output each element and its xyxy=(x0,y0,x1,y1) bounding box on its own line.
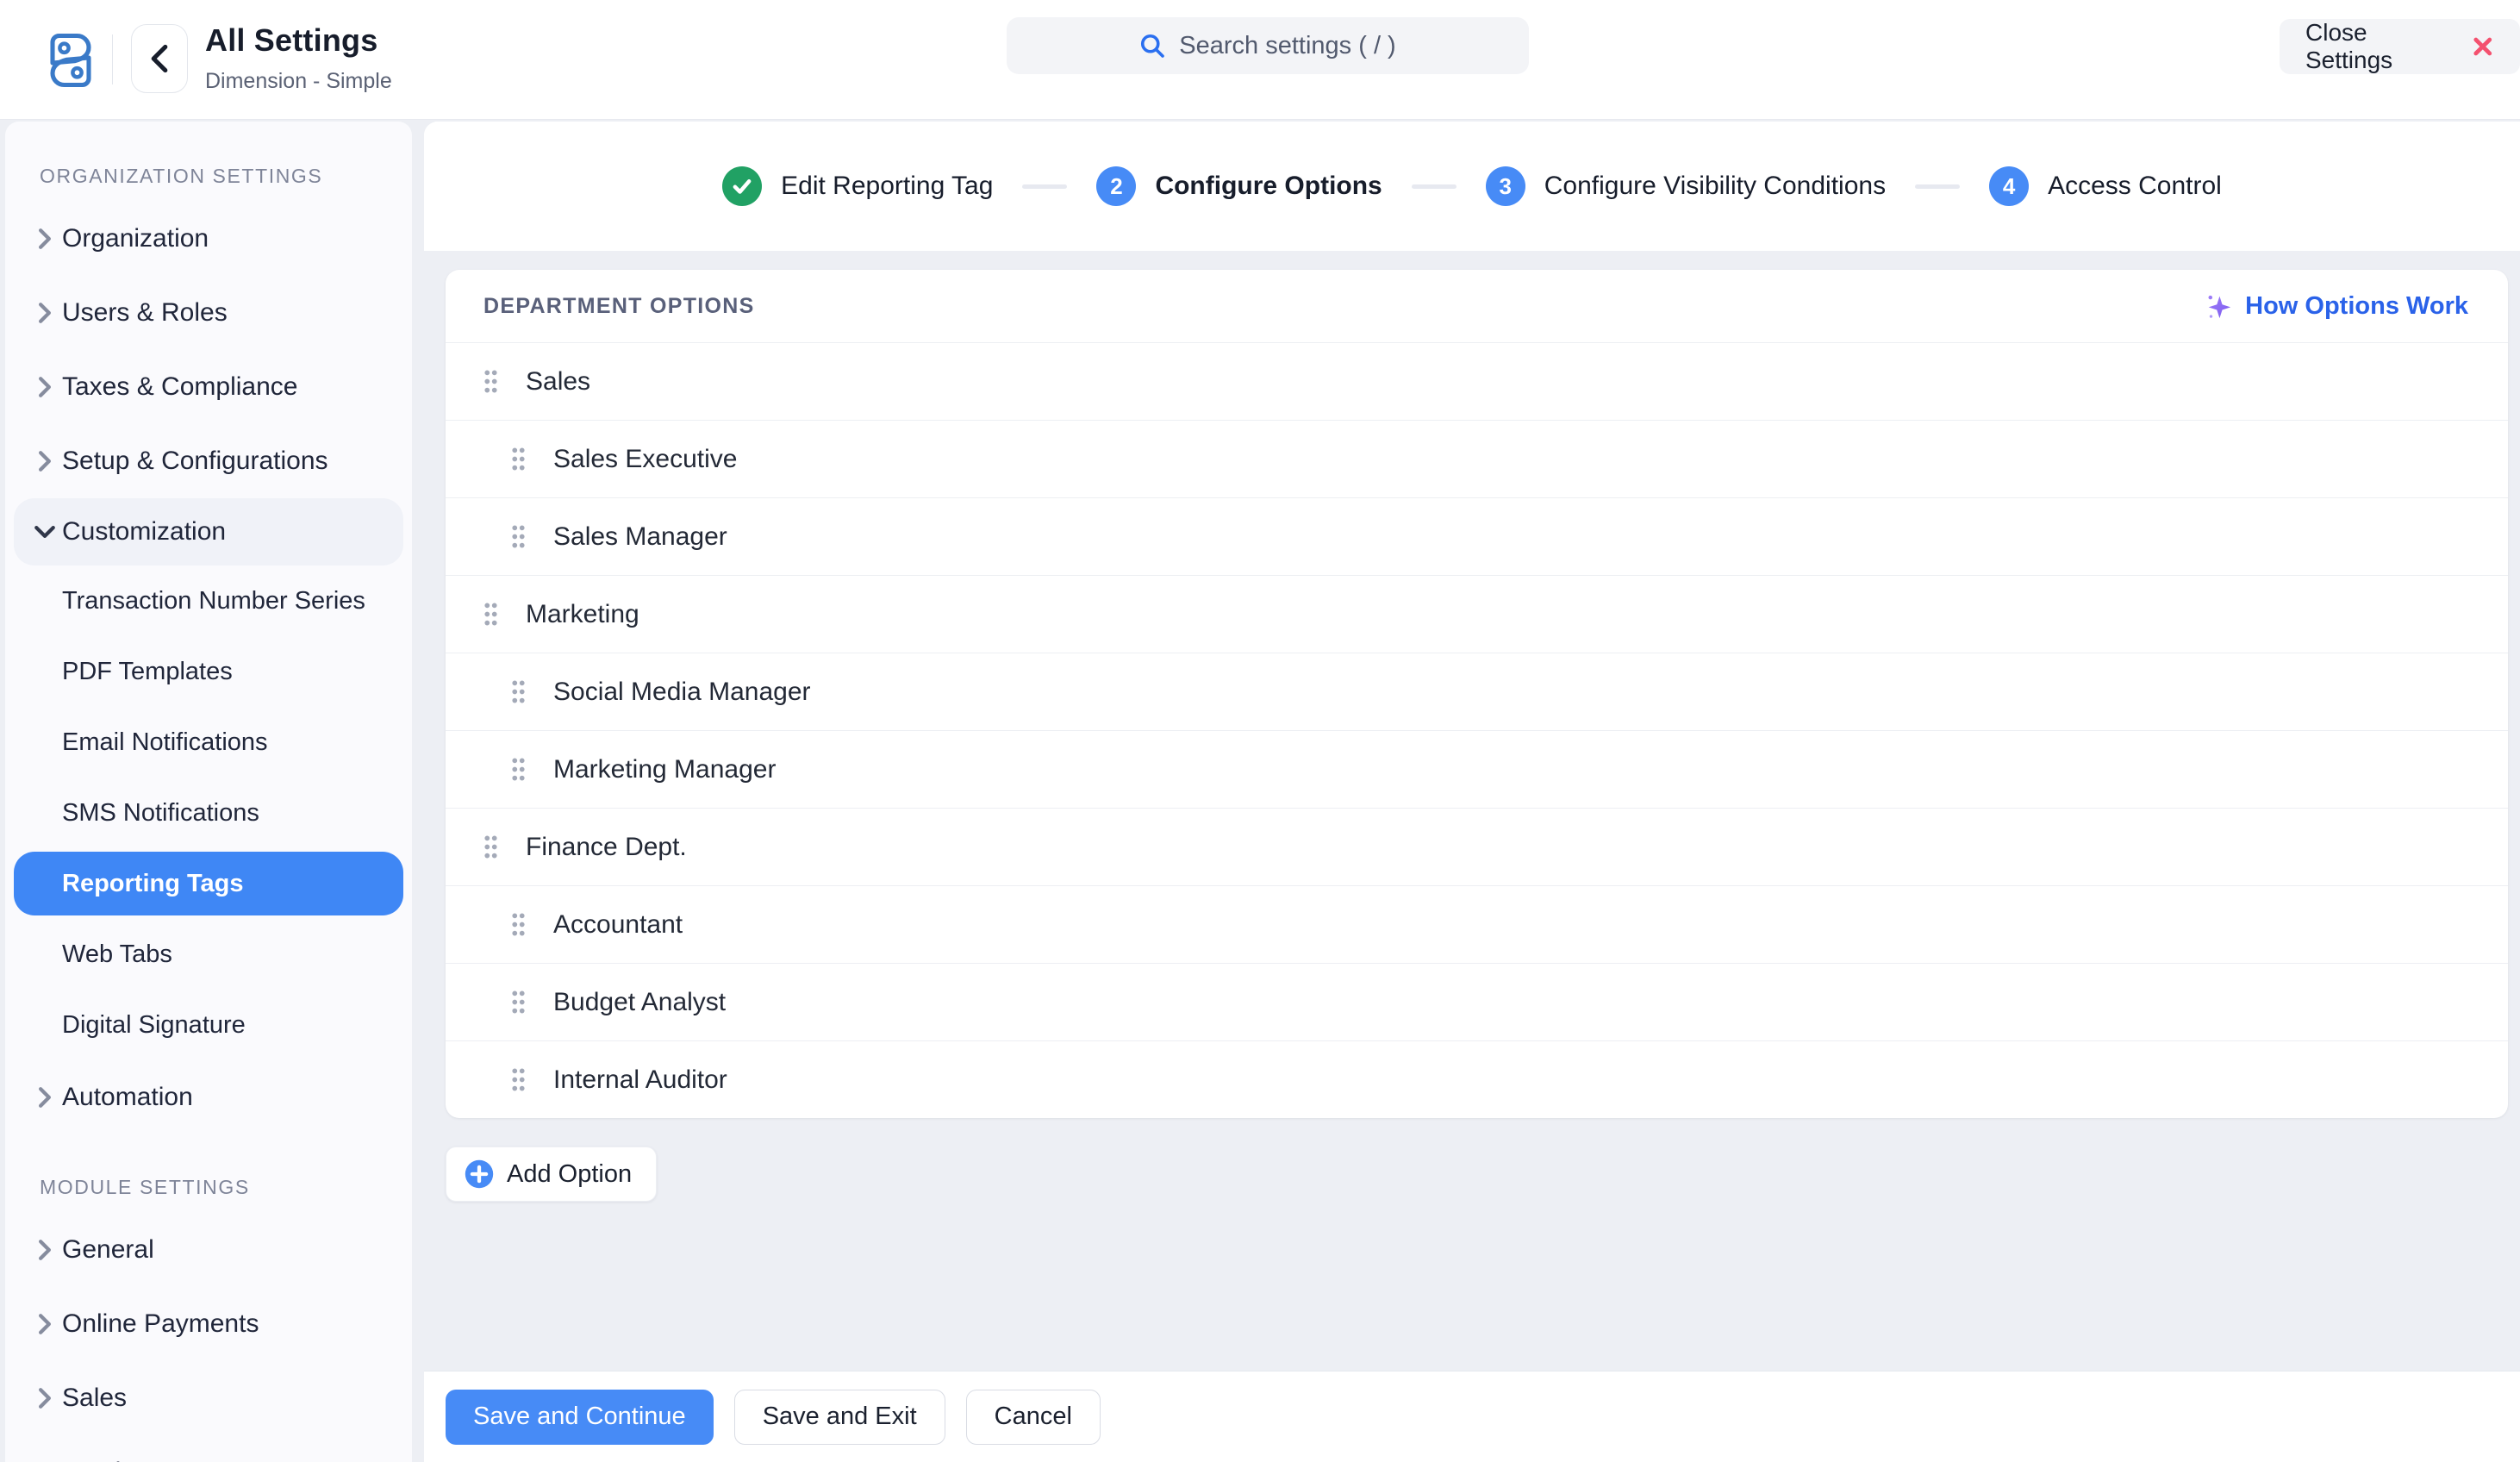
search-placeholder: Search settings ( / ) xyxy=(1179,32,1395,60)
option-row-marketing-manager[interactable]: Marketing Manager xyxy=(446,730,2508,808)
option-row-budget-analyst[interactable]: Budget Analyst xyxy=(446,963,2508,1040)
sidebar-item-sms-notifications[interactable]: SMS Notifications xyxy=(5,778,412,848)
sidebar-item-users-roles[interactable]: Users & Roles xyxy=(5,276,412,350)
option-row-sales[interactable]: Sales xyxy=(446,342,2508,420)
step-number-badge: 2 xyxy=(1096,166,1136,206)
step-configure-visibility-conditions[interactable]: 3 Configure Visibility Conditions xyxy=(1486,166,1886,206)
settings-sidebar: ORGANIZATION SETTINGS Organization Users… xyxy=(5,122,412,1462)
page-title: All Settings xyxy=(205,22,392,59)
wizard-stepper: Edit Reporting Tag 2 Configure Options 3… xyxy=(424,122,2520,251)
drag-handle-icon[interactable] xyxy=(511,525,526,548)
settings-screen: All Settings Dimension - Simple Search s… xyxy=(0,0,2520,1462)
drag-handle-icon[interactable] xyxy=(511,680,526,703)
search-icon xyxy=(1139,33,1165,59)
step-configure-options[interactable]: 2 Configure Options xyxy=(1096,166,1382,206)
step-separator xyxy=(1915,184,1960,189)
sidebar-item-general[interactable]: General xyxy=(5,1213,412,1287)
step-separator xyxy=(1412,184,1456,189)
page-subtitle: Dimension - Simple xyxy=(205,69,392,94)
step-number-badge: 4 xyxy=(1989,166,2029,206)
step-access-control[interactable]: 4 Access Control xyxy=(1989,166,2222,206)
chevron-right-icon xyxy=(28,376,62,398)
back-button[interactable] xyxy=(131,24,188,93)
step-number-badge: 3 xyxy=(1486,166,1525,206)
option-row-social-media-manager[interactable]: Social Media Manager xyxy=(446,653,2508,730)
chevron-right-icon xyxy=(28,228,62,250)
plus-icon xyxy=(464,1159,495,1190)
save-and-continue-button[interactable]: Save and Continue xyxy=(446,1390,714,1445)
sidebar-section-header: ORGANIZATION SETTINGS xyxy=(40,165,412,188)
close-icon xyxy=(2472,35,2494,58)
step-content-area: DEPARTMENT OPTIONS How Options Work xyxy=(424,251,2520,1371)
chevron-right-icon xyxy=(28,302,62,324)
action-footer: Save and Continue Save and Exit Cancel xyxy=(424,1371,2520,1462)
option-row-internal-auditor[interactable]: Internal Auditor xyxy=(446,1040,2508,1118)
option-row-sales-manager[interactable]: Sales Manager xyxy=(446,497,2508,575)
cancel-button[interactable]: Cancel xyxy=(966,1390,1101,1445)
main-panel: Edit Reporting Tag 2 Configure Options 3… xyxy=(424,122,2520,1462)
chevron-right-icon xyxy=(28,1313,62,1335)
option-row-accountant[interactable]: Accountant xyxy=(446,885,2508,963)
sidebar-item-pdf-templates[interactable]: PDF Templates xyxy=(5,636,412,707)
sidebar-item-digital-signature[interactable]: Digital Signature xyxy=(5,990,412,1060)
option-row-finance-dept[interactable]: Finance Dept. xyxy=(446,808,2508,885)
close-settings-button[interactable]: Close Settings xyxy=(2280,19,2520,74)
sidebar-item-web-tabs[interactable]: Web Tabs xyxy=(5,919,412,990)
option-row-sales-executive[interactable]: Sales Executive xyxy=(446,420,2508,497)
save-and-exit-button[interactable]: Save and Exit xyxy=(734,1390,945,1445)
top-bar: All Settings Dimension - Simple Search s… xyxy=(0,0,2520,120)
sidebar-item-taxes-compliance[interactable]: Taxes & Compliance xyxy=(5,350,412,424)
step-edit-reporting-tag[interactable]: Edit Reporting Tag xyxy=(722,166,993,206)
add-option-button[interactable]: Add Option xyxy=(446,1146,657,1202)
chevron-down-icon xyxy=(28,524,62,540)
sidebar-item-email-notifications[interactable]: Email Notifications xyxy=(5,707,412,778)
sidebar-item-online-payments[interactable]: Online Payments xyxy=(5,1287,412,1361)
drag-handle-icon[interactable] xyxy=(483,370,498,393)
sidebar-section-header: MODULE SETTINGS xyxy=(40,1176,412,1199)
drag-handle-icon[interactable] xyxy=(483,835,498,859)
drag-handle-icon[interactable] xyxy=(511,913,526,936)
sidebar-item-organization[interactable]: Organization xyxy=(5,202,412,276)
search-input[interactable]: Search settings ( / ) xyxy=(1007,17,1529,74)
chevron-left-icon xyxy=(150,44,169,73)
chevron-right-icon xyxy=(28,1239,62,1261)
drag-handle-icon[interactable] xyxy=(511,447,526,471)
sidebar-item-purchases[interactable]: Purchases xyxy=(5,1435,412,1462)
drag-handle-icon[interactable] xyxy=(511,758,526,781)
chevron-right-icon xyxy=(28,1387,62,1409)
sidebar-item-transaction-number-series[interactable]: Transaction Number Series xyxy=(5,565,412,636)
chevron-right-icon xyxy=(28,1086,62,1109)
option-row-marketing[interactable]: Marketing xyxy=(446,575,2508,653)
drag-handle-icon[interactable] xyxy=(511,990,526,1014)
how-options-work-link[interactable]: How Options Work xyxy=(2204,291,2468,321)
zoho-books-logo-icon xyxy=(40,28,102,93)
sidebar-item-sales[interactable]: Sales xyxy=(5,1361,412,1435)
sidebar-item-automation[interactable]: Automation xyxy=(5,1060,412,1134)
divider xyxy=(112,34,113,84)
sidebar-item-setup-configurations[interactable]: Setup & Configurations xyxy=(5,424,412,498)
sparkle-icon xyxy=(2204,291,2233,321)
chevron-right-icon xyxy=(28,450,62,472)
sidebar-item-customization[interactable]: Customization xyxy=(14,498,403,565)
step-separator xyxy=(1022,184,1067,189)
drag-handle-icon[interactable] xyxy=(483,603,498,626)
sidebar-item-reporting-tags[interactable]: Reporting Tags xyxy=(14,852,403,915)
step-check-icon xyxy=(722,166,762,206)
department-options-card: DEPARTMENT OPTIONS How Options Work xyxy=(446,270,2508,1118)
card-title: DEPARTMENT OPTIONS xyxy=(483,294,755,319)
drag-handle-icon[interactable] xyxy=(511,1068,526,1091)
